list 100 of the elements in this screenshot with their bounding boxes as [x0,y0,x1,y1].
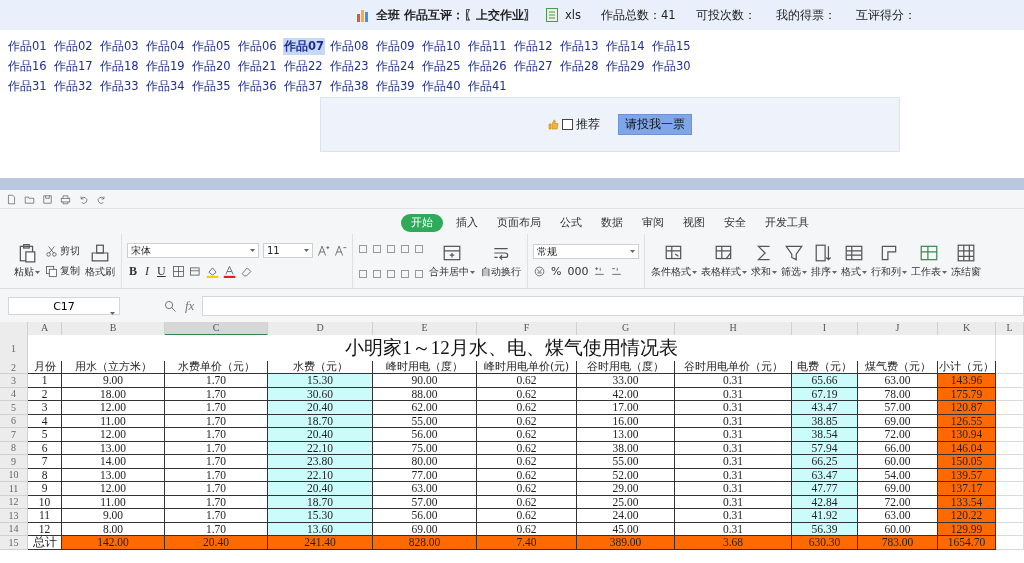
row-number[interactable]: 3 [0,374,28,388]
select-all-corner[interactable] [0,322,28,336]
work-link[interactable]: 作品29 [605,58,646,75]
work-link[interactable]: 作品01 [7,38,48,55]
row-number[interactable]: 15 [0,536,28,550]
work-link[interactable]: 作品09 [375,38,416,55]
work-link[interactable]: 作品35 [191,78,232,95]
ribbon-tab[interactable]: 视图 [683,214,705,232]
work-link[interactable]: 作品38 [329,78,370,95]
work-link[interactable]: 作品17 [53,58,94,75]
work-link[interactable]: 作品21 [237,58,278,75]
number-format-select[interactable]: 常规 [533,244,639,259]
work-link[interactable]: 作品22 [283,58,324,75]
ribbon-tab[interactable]: 数据 [601,214,623,232]
tool-button[interactable]: 冻结窗 [950,243,982,279]
work-link[interactable]: 作品04 [145,38,186,55]
font-size-select[interactable]: 11 [263,243,313,258]
column-header[interactable]: D [268,322,373,336]
work-link[interactable]: 作品07 [283,38,325,55]
work-link[interactable]: 作品06 [237,38,278,55]
work-link[interactable]: 作品39 [375,78,416,95]
paste-button[interactable]: 粘贴 [13,243,41,279]
work-link[interactable]: 作品30 [651,58,692,75]
work-link[interactable]: 作品37 [283,78,324,95]
work-link[interactable]: 作品08 [329,38,370,55]
column-header[interactable]: K [938,322,996,336]
ribbon-tab[interactable]: 插入 [456,214,478,232]
column-header[interactable]: F [477,322,577,336]
work-link[interactable]: 作品05 [191,38,232,55]
formula-input[interactable] [202,296,1024,316]
function-label[interactable]: fx [185,298,195,314]
tool-button[interactable]: 表格样式 [700,243,748,279]
merge-center-button[interactable]: 合并居中 [428,243,476,279]
font-select[interactable]: 宋体 [127,243,259,258]
column-header[interactable]: I [792,322,858,336]
work-link[interactable]: 作品19 [145,58,186,75]
ribbon-tab[interactable]: 开发工具 [765,214,809,232]
column-header[interactable]: C [165,322,268,336]
work-link[interactable]: 作品41 [467,78,508,95]
tool-button[interactable]: 求和 [750,243,778,279]
work-link[interactable]: 作品20 [191,58,232,75]
ribbon-tab[interactable]: 公式 [560,214,582,232]
percent-button[interactable]: % [550,265,563,278]
row-number[interactable]: 13 [0,509,28,523]
row-number[interactable]: 5 [0,401,28,415]
thousands-button[interactable]: 000 [566,265,590,278]
tool-button[interactable]: 工作表 [910,243,948,279]
recommend-checkbox[interactable] [562,119,573,130]
column-header[interactable]: H [675,322,792,336]
column-header[interactable]: A [28,322,62,336]
column-header[interactable]: E [373,322,477,336]
work-link[interactable]: 作品27 [513,58,554,75]
vote-button[interactable]: 请投我一票 [618,114,692,135]
tool-button[interactable]: 行和列 [870,243,908,279]
column-header[interactable]: L [996,322,1024,336]
work-link[interactable]: 作品36 [237,78,278,95]
copy-button[interactable]: 复制 [45,264,80,278]
work-link[interactable]: 作品23 [329,58,370,75]
ribbon-tab[interactable]: 安全 [724,214,746,232]
format-painter-button[interactable]: 格式刷 [84,243,116,279]
wrap-text-button[interactable]: 自动换行 [480,243,522,279]
row-number[interactable]: 2 [0,361,28,374]
work-link[interactable]: 作品15 [651,38,692,55]
row-number[interactable]: 7 [0,428,28,442]
row-number[interactable]: 11 [0,482,28,496]
work-link[interactable]: 作品25 [421,58,462,75]
font-style-button[interactable]: U [155,264,168,279]
work-link[interactable]: 作品18 [99,58,140,75]
work-link[interactable]: 作品40 [421,78,462,95]
row-number[interactable]: 9 [0,455,28,469]
ribbon-tab[interactable]: 页面布局 [497,214,541,232]
work-link[interactable]: 作品16 [7,58,48,75]
work-link[interactable]: 作品31 [7,78,48,95]
font-style-button[interactable]: I [143,264,151,279]
work-link[interactable]: 作品13 [559,38,600,55]
work-link[interactable]: 作品14 [605,38,646,55]
work-link[interactable]: 作品33 [99,78,140,95]
work-link[interactable]: 作品32 [53,78,94,95]
tool-button[interactable]: 格式 [840,243,868,279]
work-link[interactable]: 作品12 [513,38,554,55]
font-style-button[interactable]: B [127,264,139,279]
work-link[interactable]: 作品24 [375,58,416,75]
column-header[interactable]: B [62,322,165,336]
table-cell: 29.00 [577,482,675,496]
ribbon-tab[interactable]: 审阅 [642,214,664,232]
work-link[interactable]: 作品02 [53,38,94,55]
work-link[interactable]: 作品34 [145,78,186,95]
work-link[interactable]: 作品26 [467,58,508,75]
work-link[interactable]: 作品03 [99,38,140,55]
tool-button[interactable]: 筛选 [780,243,808,279]
work-link[interactable]: 作品11 [467,38,508,55]
tool-button[interactable]: 条件格式 [650,243,698,279]
column-header[interactable]: G [577,322,675,336]
name-box[interactable]: C17 [8,297,120,315]
tool-button[interactable]: 排序 [810,243,838,279]
work-link[interactable]: 作品28 [559,58,600,75]
work-link[interactable]: 作品10 [421,38,462,55]
cut-button[interactable]: 剪切 [45,244,80,258]
column-header[interactable]: J [858,322,938,336]
row-number[interactable]: 1 [0,335,28,362]
